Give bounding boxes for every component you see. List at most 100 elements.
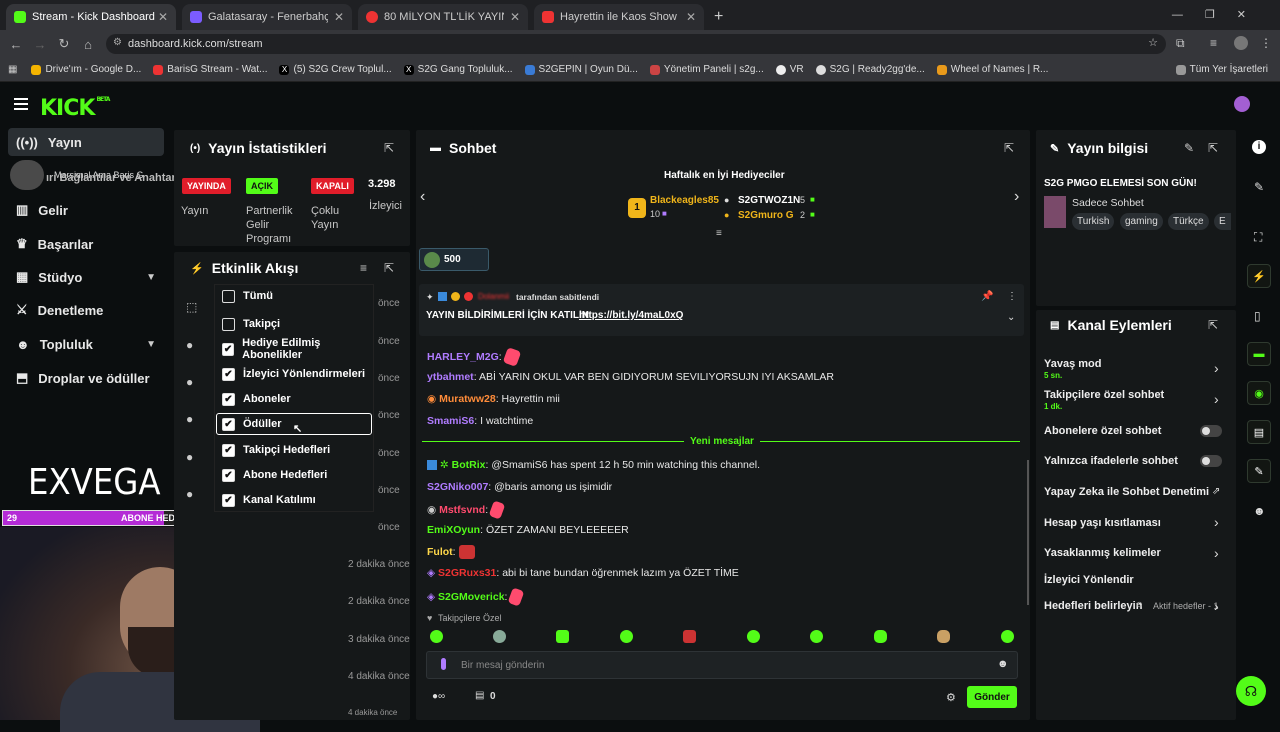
bookmark-item[interactable]: BarisG Stream - Wat... <box>153 64 267 75</box>
document-icon[interactable]: ▯ <box>1254 309 1261 323</box>
chat-input[interactable]: Bir mesaj gönderin ☻ <box>426 651 1018 679</box>
pinned-message[interactable]: ✦ Dolanmii tarafından sabitlendi YAYIN B… <box>419 284 1024 336</box>
tag[interactable]: Turkish <box>1072 213 1115 230</box>
emoji-icon[interactable]: ☻ <box>997 658 1009 670</box>
close-window-icon[interactable]: ✕ <box>1237 9 1268 21</box>
edit-icon[interactable]: ✎ <box>1184 141 1194 155</box>
emote-icon[interactable] <box>556 630 569 643</box>
emote-icon[interactable] <box>430 630 443 643</box>
filter-icon[interactable]: ≡ <box>360 261 367 275</box>
tag[interactable]: E <box>1214 213 1231 230</box>
sidebar-item-gelir[interactable]: ▥ Gelir <box>8 196 164 224</box>
info-icon[interactable]: i <box>1252 140 1266 154</box>
emote-icon[interactable] <box>747 630 760 643</box>
sidebar-item-basarilar[interactable]: ♛ Başarılar <box>8 230 164 258</box>
check-icon[interactable]: ✔ <box>222 468 235 482</box>
minimize-icon[interactable]: — <box>1172 9 1205 21</box>
sidebar-item-studyo[interactable]: ▦ Stüdyo ▼ <box>8 263 164 291</box>
checkbox[interactable] <box>222 317 235 331</box>
emote-icon[interactable] <box>1001 630 1014 643</box>
mic-icon[interactable] <box>441 658 446 670</box>
prev-icon[interactable]: ‹ <box>420 188 425 206</box>
user-avatar[interactable] <box>1234 96 1250 112</box>
url-field[interactable]: ⚙ dashboard.kick.com/stream ☆ <box>106 34 1166 54</box>
filter-rewards[interactable]: ✔ Ödüller ↖ <box>216 413 372 435</box>
emote-icon[interactable] <box>937 630 950 643</box>
sidebar-item-droplar[interactable]: ⬒ Droplar ve ödüller <box>8 364 164 392</box>
collapse-icon[interactable]: ≡ <box>716 228 722 239</box>
filter-subscribers[interactable]: ✔ Aboneler <box>222 388 372 410</box>
site-info-icon[interactable]: ⚙ <box>113 37 122 48</box>
tag[interactable]: Türkçe <box>1168 213 1209 230</box>
send-button[interactable]: Gönder <box>967 686 1017 708</box>
fullscreen-icon[interactable]: ⛶ <box>1254 230 1262 245</box>
more-icon[interactable]: ⋮ <box>1007 291 1017 302</box>
media-icon[interactable]: ≡ <box>1210 36 1217 50</box>
browser-tab[interactable]: Galatasaray - Fenerbahçe Maç ✕ <box>182 4 352 30</box>
bookmark-item[interactable]: X (5) S2G Crew Toplul... <box>279 64 392 75</box>
check-icon[interactable]: ✔ <box>222 493 235 507</box>
profile-avatar[interactable] <box>1234 36 1248 50</box>
checkbox[interactable] <box>222 289 235 303</box>
bookmark-item[interactable]: Drive'ım - Google D... <box>31 64 141 75</box>
sub-only-toggle[interactable] <box>1200 425 1222 437</box>
popout-icon[interactable]: ⇱ <box>384 141 394 155</box>
pinned-link[interactable]: https://bit.ly/4maL0xQ <box>579 310 683 321</box>
filter-gifted-subs[interactable]: ✔ Hediye Edilmiş Abonelikler <box>222 337 372 361</box>
filter-channel-join[interactable]: ✔ Kanal Katılımı <box>222 489 372 511</box>
support-button[interactable]: ☊ <box>1236 676 1266 706</box>
bookmark-item[interactable]: S2G | Ready2gg'de... <box>815 64 925 75</box>
sidebar-item-denetleme[interactable]: ⚔ Denetleme <box>8 296 164 324</box>
bookmark-item[interactable]: Yönetim Paneli | s2g... <box>649 64 764 75</box>
layout-icon[interactable]: ▤ <box>1247 420 1271 444</box>
category-name[interactable]: Sadece Sohbet <box>1072 197 1144 209</box>
popout-icon[interactable]: ⇱ <box>1004 141 1014 155</box>
filter-sub-goals[interactable]: ✔ Abone Hedefleri <box>222 464 372 486</box>
menu-icon[interactable]: ⋮ <box>1260 36 1272 50</box>
close-tab-icon[interactable]: ✕ <box>334 10 344 24</box>
back-icon[interactable]: ← <box>4 37 28 52</box>
chat-scrollbar[interactable] <box>1027 460 1029 605</box>
close-tab-icon[interactable]: ✕ <box>686 10 696 24</box>
kick-logo[interactable]: KICK BETA <box>40 96 110 121</box>
wrench-icon[interactable]: ✎ <box>1247 459 1271 483</box>
all-bookmarks[interactable]: Tüm Yer İşaretleri <box>1175 64 1268 75</box>
emote-icon[interactable] <box>620 630 633 643</box>
sidebar-item-topluluk[interactable]: ☻ Topluluk ▼ <box>8 330 164 358</box>
broadcast-icon[interactable]: ◉ <box>1247 381 1271 405</box>
kicks-counter[interactable]: 500 <box>419 248 489 271</box>
store-icon[interactable]: ▤ <box>475 690 484 701</box>
filter-follower-goals[interactable]: ✔ Takipçi Hedefleri <box>222 439 372 461</box>
points-icon[interactable]: ●∞ <box>432 691 445 702</box>
extensions-icon[interactable]: ⧉ <box>1176 36 1185 51</box>
check-icon[interactable]: ✔ <box>222 367 235 381</box>
browser-tab[interactable]: Stream - Kick Dashboard ✕ <box>6 4 176 30</box>
edit-icon[interactable]: ✎ <box>1254 180 1264 194</box>
forward-icon[interactable]: → <box>28 37 52 52</box>
popout-icon[interactable]: ⇱ <box>384 261 394 275</box>
bookmark-item[interactable]: S2GEPIN | Oyun Dü... <box>524 64 638 75</box>
reload-icon[interactable]: ↻ <box>52 36 76 52</box>
emote-icon[interactable] <box>493 630 506 643</box>
maximize-icon[interactable]: ❐ <box>1205 9 1237 21</box>
emote-icon[interactable] <box>810 630 823 643</box>
apps-icon[interactable]: ▦ <box>8 64 17 75</box>
browser-tab[interactable]: Hayrettin ile Kaos Show - 2.Sez ✕ <box>534 4 704 30</box>
bolt-icon[interactable]: ⚡ <box>1247 264 1271 288</box>
bookmark-item[interactable]: Wheel of Names | R... <box>936 64 1048 75</box>
settings-icon[interactable]: ⚙ <box>946 691 956 704</box>
chat-icon[interactable]: ▬ <box>1247 342 1271 366</box>
emote-icon[interactable] <box>683 630 696 643</box>
check-icon[interactable]: ✔ <box>222 342 235 356</box>
popout-icon[interactable]: ⇱ <box>1208 318 1218 332</box>
hamburger-icon[interactable] <box>14 98 28 110</box>
check-icon[interactable]: ✔ <box>222 443 235 457</box>
people-icon[interactable]: ☻ <box>1253 504 1266 518</box>
new-tab-icon[interactable]: + <box>714 4 723 30</box>
next-icon[interactable]: › <box>1014 188 1019 206</box>
close-tab-icon[interactable]: ✕ <box>158 10 168 24</box>
check-icon[interactable]: ✔ <box>222 392 235 406</box>
check-icon[interactable]: ✔ <box>222 417 235 431</box>
filter-followers[interactable]: Takipçi <box>222 313 372 335</box>
bookmark-star-icon[interactable]: ☆ <box>1148 36 1158 49</box>
